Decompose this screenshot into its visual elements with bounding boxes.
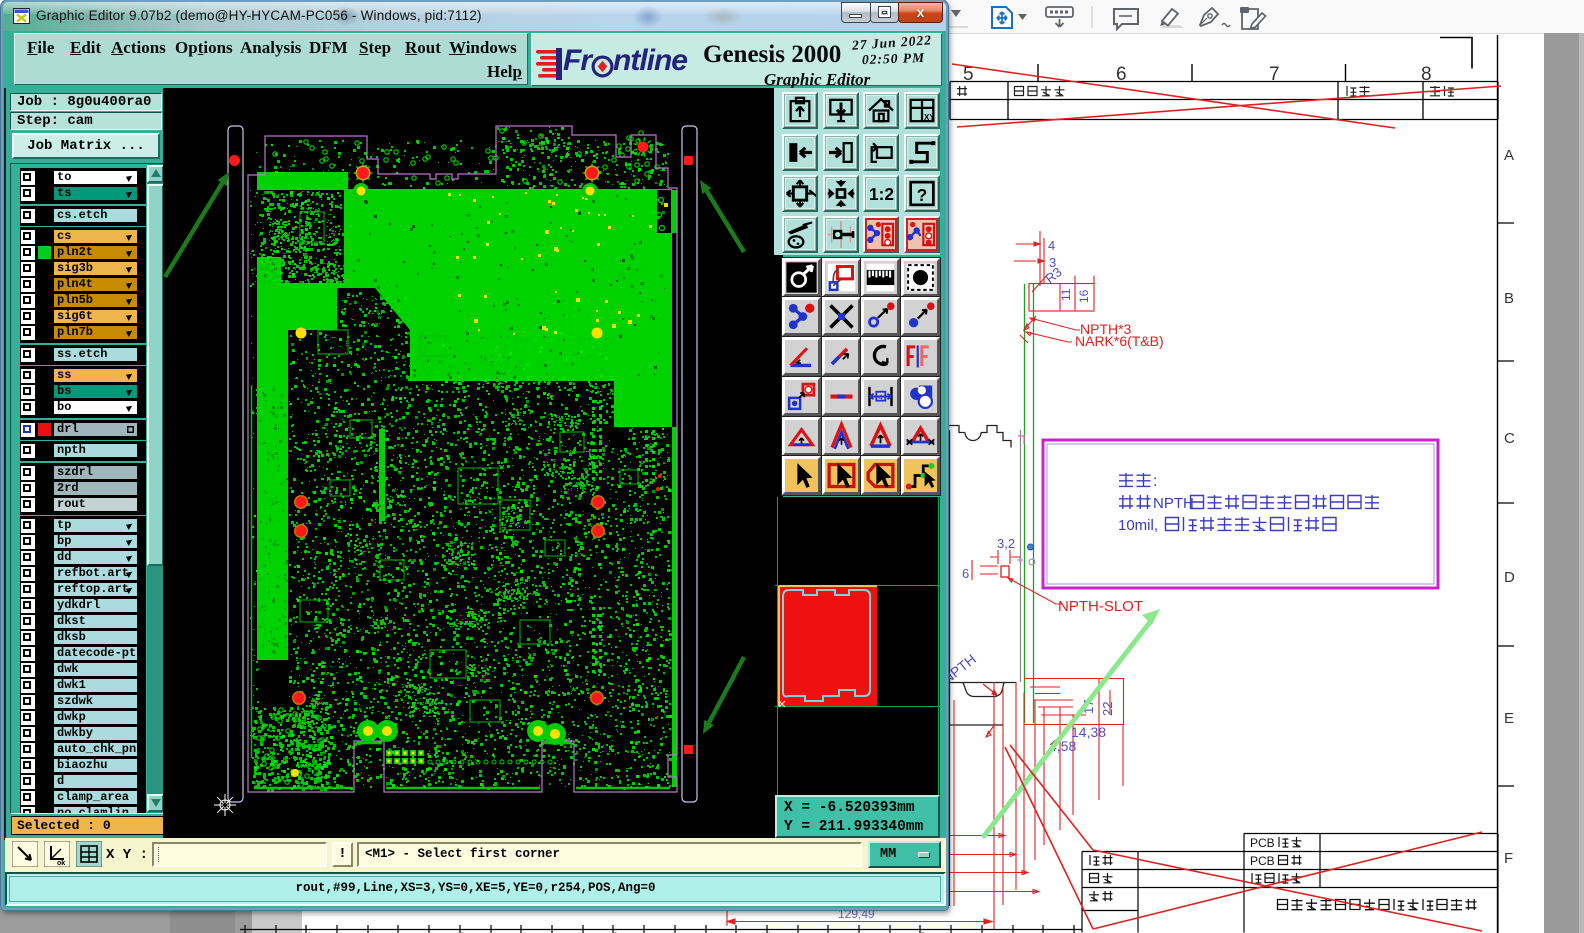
svg-text:A: A: [1504, 147, 1514, 164]
svg-text:XY: XY: [924, 113, 935, 122]
svg-text:ok: ok: [57, 860, 65, 867]
svg-text:NARK*6(T&B): NARK*6(T&B): [1075, 333, 1164, 349]
svg-text:4: 4: [878, 392, 882, 401]
svg-text:D: D: [1504, 569, 1515, 586]
svg-text:11: 11: [1059, 288, 1073, 301]
svg-text:22: 22: [1100, 702, 1115, 716]
svg-text:1:2: 1:2: [869, 184, 894, 204]
svg-text:3,2: 3,2: [997, 536, 1015, 551]
svg-text:PCB: PCB: [1250, 854, 1275, 868]
svg-text:F: F: [1504, 850, 1513, 867]
svg-text:NPTH-SLOT: NPTH-SLOT: [1058, 598, 1143, 615]
svg-text:16: 16: [1077, 289, 1091, 303]
svg-text:PCB: PCB: [1250, 836, 1275, 850]
svg-text:B: B: [1504, 290, 1514, 307]
svg-text:6: 6: [962, 566, 969, 581]
svg-text:14,38: 14,38: [1071, 724, 1106, 740]
svg-text:4: 4: [1048, 238, 1055, 253]
svg-text::: :: [1153, 473, 1157, 490]
svg-text:E: E: [1504, 710, 1514, 727]
svg-text:NPTH: NPTH: [1153, 495, 1194, 512]
svg-text:C: C: [1504, 430, 1515, 447]
svg-text:?: ?: [916, 185, 927, 205]
svg-text:10mil,: 10mil,: [1118, 517, 1158, 534]
